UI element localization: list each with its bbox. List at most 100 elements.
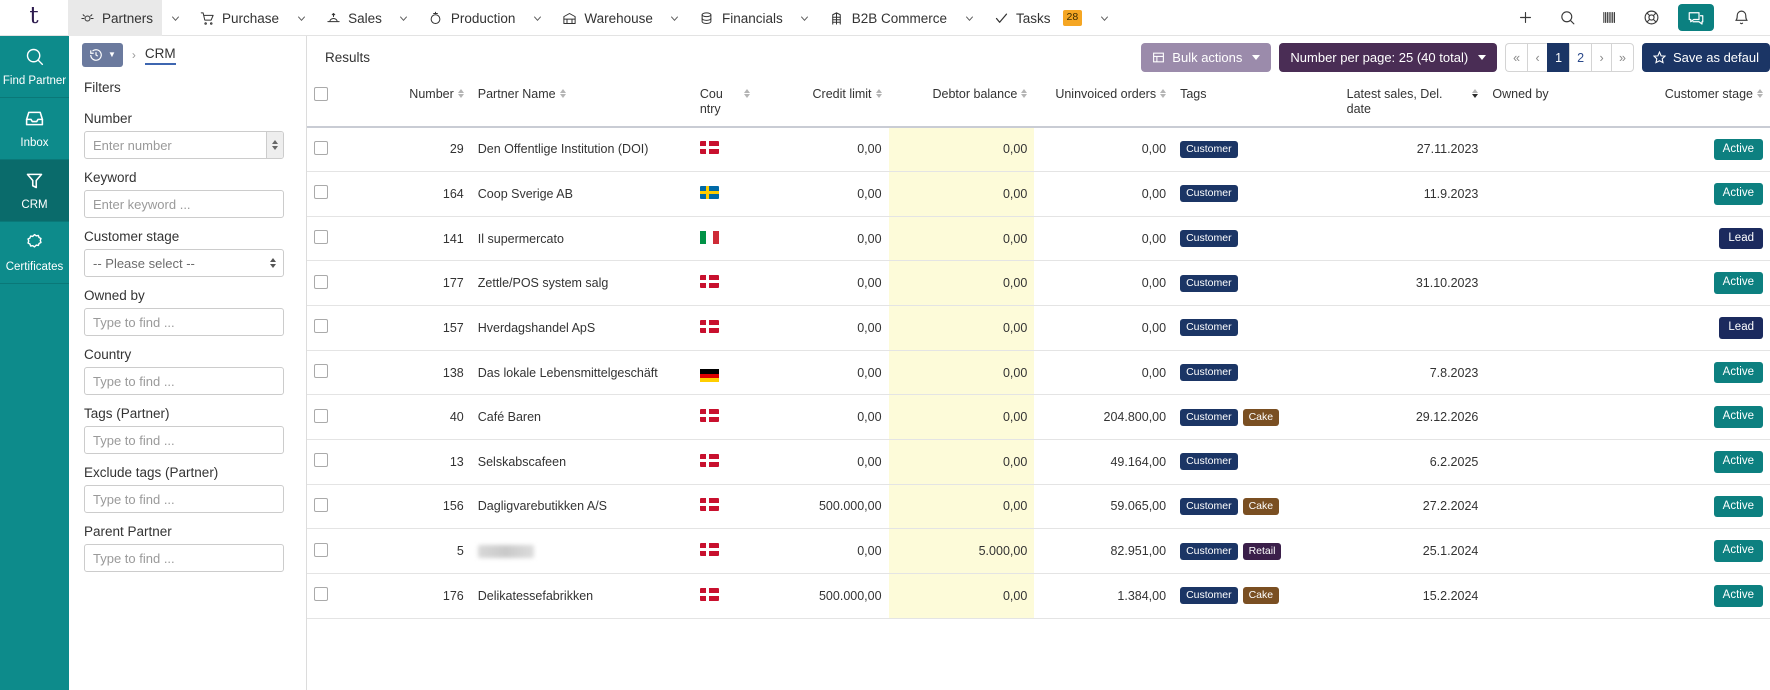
breadcrumb-current[interactable]: CRM	[144, 46, 176, 65]
row-checkbox[interactable]	[314, 542, 328, 557]
number-stepper[interactable]	[266, 132, 283, 158]
column-header-customer-stage[interactable]: Customer stage	[1617, 79, 1770, 128]
filter-select-customer-stage[interactable]: -- Please select --	[84, 249, 284, 277]
table-row[interactable]: 177 Zettle/POS system salg 0,00 0,00 0,00 Cus…	[307, 260, 1770, 307]
bell-icon[interactable]	[1720, 0, 1762, 35]
pagination-page-»[interactable]: »	[1611, 43, 1634, 72]
page-body: Find Partner Inbox CRM Certificates ▼ › CRM…	[0, 36, 1770, 690]
row-checkbox[interactable]	[314, 408, 328, 423]
sidebar-item-find-partner[interactable]: Find Partner	[0, 36, 69, 98]
filter-input-number[interactable]	[84, 131, 284, 159]
pagination-page-2[interactable]: 2	[1569, 43, 1592, 72]
sidebar-item-certificates[interactable]: Certificates	[0, 222, 69, 284]
table-row[interactable]: 5 0,00 5.000,00 82.951,00 Customer Retail 25.1…	[307, 528, 1770, 574]
cell-debtor-balance: 0,00	[888, 260, 1035, 307]
number-per-page-button[interactable]: Number per page: 25 (40 total)	[1279, 43, 1498, 72]
row-checkbox[interactable]	[314, 274, 328, 289]
sort-toggle-icon[interactable]	[457, 89, 464, 98]
filter-input-country[interactable]	[84, 367, 284, 395]
tag-badge: Cake	[1242, 497, 1280, 515]
row-checkbox[interactable]	[314, 364, 328, 379]
nav-item-partners[interactable]: Partners	[68, 0, 163, 36]
save-as-default-button[interactable]: Save as defaul	[1641, 43, 1770, 72]
sort-toggle-icon[interactable]	[1757, 89, 1763, 98]
column-header-debtor-balance[interactable]: Debtor balance	[888, 79, 1035, 128]
sort-toggle-icon[interactable]	[1021, 89, 1028, 98]
chevron-down-icon[interactable]	[956, 0, 982, 36]
table-row[interactable]: 13 Selskabscafeen 0,00 0,00 49.164,00 Custome…	[307, 439, 1770, 485]
chevron-down-icon[interactable]	[162, 0, 188, 36]
main-menu: Partners Purchase Sales Production Warehouse…	[68, 0, 1117, 36]
pagination-page-1[interactable]: 1	[1547, 43, 1570, 72]
pagination-page-‹[interactable]: ‹	[1527, 43, 1548, 72]
table-row[interactable]: 40 Café Baren 0,00 0,00 204.800,00 Customer Ca…	[307, 394, 1770, 440]
column-header-label: Debtor balance	[932, 87, 1018, 101]
nav-item-tasks[interactable]: Tasks 28	[982, 0, 1091, 36]
row-checkbox[interactable]	[314, 319, 328, 334]
column-header-uninvoiced-orders[interactable]: Uninvoiced orders	[1034, 79, 1174, 128]
cell-owned-by	[1485, 394, 1618, 440]
column-header-cou-ntry[interactable]: Cou ntry	[692, 79, 757, 128]
table-row[interactable]: 141 Il supermercato 0,00 0,00 0,00 Customer Le…	[307, 216, 1770, 262]
cell-partner-name: Café Baren	[470, 394, 693, 440]
filter-input-exclude-tags-partner[interactable]	[84, 485, 284, 513]
filter-input-tags-partner[interactable]	[84, 426, 284, 454]
row-checkbox[interactable]	[314, 497, 328, 512]
lifebuoy-icon[interactable]	[1630, 0, 1672, 35]
row-checkbox[interactable]	[314, 587, 328, 602]
nav-item-b2b-commerce[interactable]: B2B Commerce	[818, 0, 956, 36]
nav-item-financials[interactable]: Financials	[688, 0, 792, 36]
sort-toggle-icon[interactable]	[1472, 89, 1479, 98]
cell-number: 156	[359, 484, 471, 530]
column-header-number[interactable]: Number	[359, 79, 471, 128]
sidebar-item-inbox[interactable]: Inbox	[0, 98, 69, 160]
table-row[interactable]: 164 Coop Sverige AB 0,00 0,00 0,00 Customer 11…	[307, 171, 1770, 217]
row-checkbox[interactable]	[314, 185, 328, 200]
table-row[interactable]: 29 Den Offentlige Institution (DOI) 0,00 0,…	[307, 126, 1770, 173]
row-checkbox[interactable]	[314, 140, 328, 155]
filter-input-keyword[interactable]	[84, 190, 284, 218]
row-checkbox[interactable]	[314, 230, 328, 245]
row-checkbox[interactable]	[314, 453, 328, 468]
nav-item-sales[interactable]: Sales	[314, 0, 391, 36]
tag-badge: Customer	[1180, 587, 1238, 605]
bulk-actions-button[interactable]: Bulk actions	[1141, 43, 1272, 72]
chat-icon[interactable]	[1678, 4, 1714, 31]
barcode-icon[interactable]	[1588, 0, 1630, 35]
sort-toggle-icon[interactable]	[743, 89, 750, 98]
plus-icon[interactable]	[1504, 0, 1546, 35]
table-row[interactable]: 138 Das lokale Lebensmittelgeschäft 0,00 0,…	[307, 350, 1770, 396]
filter-input-parent-partner[interactable]	[84, 544, 284, 572]
sales-icon	[325, 10, 341, 26]
chevron-down-icon[interactable]	[524, 0, 550, 36]
app-logo[interactable]: t	[0, 0, 68, 35]
nav-item-purchase[interactable]: Purchase	[188, 0, 288, 36]
chevron-down-icon[interactable]	[288, 0, 314, 36]
column-header-partner-name[interactable]: Partner Name	[470, 79, 693, 128]
nav-item-warehouse[interactable]: Warehouse	[550, 0, 662, 36]
select-all-checkbox[interactable]	[314, 87, 328, 101]
row-select-cell	[307, 573, 360, 619]
pagination-page-›[interactable]: ›	[1591, 43, 1612, 72]
table-row[interactable]: 157 Hverdagshandel ApS 0,00 0,00 0,00 Custome…	[307, 305, 1770, 351]
results-actions: Bulk actions Number per page: 25 (40 tot…	[1141, 43, 1770, 72]
column-header-credit-limit[interactable]: Credit limit	[756, 79, 889, 128]
chevron-down-icon[interactable]	[792, 0, 818, 36]
table-row[interactable]: 156 Dagligvarebutikken A/S 500.000,00 0,00 5…	[307, 484, 1770, 530]
results-table-wrapper: Number Partner Name Cou ntry Credit limit De…	[307, 79, 1770, 690]
history-button[interactable]: ▼	[82, 43, 123, 67]
filter-label-keyword: Keyword	[84, 170, 137, 185]
sidebar-item-crm[interactable]: CRM	[0, 160, 69, 222]
search-icon[interactable]	[1546, 0, 1588, 35]
sort-toggle-icon[interactable]	[559, 89, 566, 98]
chevron-down-icon[interactable]	[391, 0, 417, 36]
filter-input-owned-by[interactable]	[84, 308, 284, 336]
sort-toggle-icon[interactable]	[1160, 89, 1167, 98]
chevron-down-icon[interactable]	[1091, 0, 1117, 36]
chevron-down-icon[interactable]	[662, 0, 688, 36]
column-header-latest-sales-del-date[interactable]: Latest sales, Del. date	[1339, 79, 1486, 128]
pagination-page-«[interactable]: «	[1505, 43, 1528, 72]
nav-item-production[interactable]: Production	[417, 0, 525, 36]
sort-toggle-icon[interactable]	[875, 89, 882, 98]
table-row[interactable]: 176 Delikatessefabrikken 500.000,00 0,00 1.3…	[307, 573, 1770, 619]
